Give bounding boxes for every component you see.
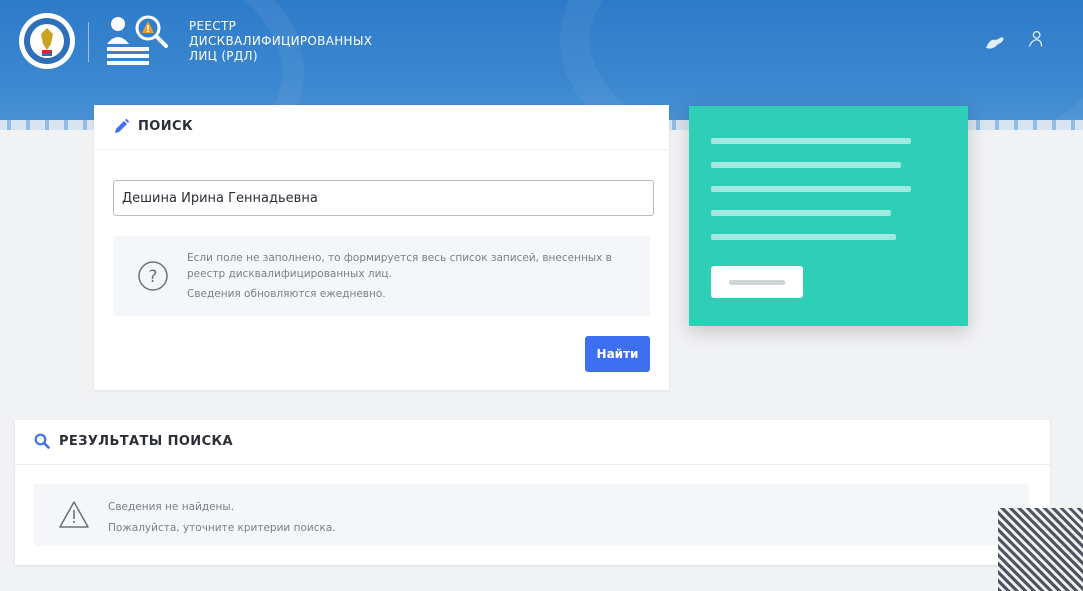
results-card: РЕЗУЛЬТАТЫ ПОИСКА Сведения не найдены. П… <box>15 420 1050 565</box>
promo-button-placeholder <box>729 280 785 285</box>
promo-text-placeholder <box>711 186 911 192</box>
search-card-title: ПОИСК <box>138 119 193 134</box>
redaction-noise <box>998 508 1083 591</box>
question-circle-icon: ? <box>138 261 168 291</box>
hand-icon[interactable] <box>984 34 1006 52</box>
promo-text-placeholder <box>711 138 911 144</box>
user-icon[interactable] <box>1024 30 1046 48</box>
search-card: ПОИСК ? Если поле не заполнено, то форми… <box>94 105 669 390</box>
results-card-header: РЕЗУЛЬТАТЫ ПОИСКА <box>15 420 1050 465</box>
warning-triangle-icon <box>59 501 89 528</box>
search-icon <box>34 433 50 449</box>
results-message-text: Сведения не найдены. Пожалуйста, уточнит… <box>108 497 336 539</box>
find-button[interactable]: Найти <box>585 336 650 372</box>
header-divider <box>88 22 89 62</box>
search-card-header: ПОИСК <box>94 105 669 150</box>
fns-emblem-icon[interactable] <box>18 10 76 72</box>
svg-text:?: ? <box>148 267 157 287</box>
promo-text-placeholder <box>711 162 901 168</box>
header-title-line: ДИСКВАЛИФИЦИРОВАННЫХ <box>189 34 373 48</box>
promo-text-placeholder <box>711 210 891 216</box>
promo-button[interactable] <box>711 266 803 298</box>
search-hint-line: Если поле не заполнено, то формируется в… <box>187 252 612 280</box>
search-hint-text: Если поле не заполнено, то формируется в… <box>187 250 637 302</box>
results-message: Сведения не найдены. Пожалуйста, уточнит… <box>34 484 1029 546</box>
search-hint: ? Если поле не заполнено, то формируется… <box>113 236 650 316</box>
header-title: РЕЕСТР ДИСКВАЛИФИЦИРОВАННЫХ ЛИЦ (РДЛ) <box>189 19 409 64</box>
rdl-registry-icon[interactable] <box>104 14 170 70</box>
pencil-icon <box>115 118 130 133</box>
header-title-line: РЕЕСТР <box>189 19 237 33</box>
header-title-line: ЛИЦ (РДЛ) <box>189 49 258 63</box>
results-message-line: Пожалуйста, уточните критерии поиска. <box>108 522 336 534</box>
promo-text-placeholder <box>711 234 896 240</box>
results-message-line: Сведения не найдены. <box>108 501 235 513</box>
search-input[interactable] <box>113 180 654 216</box>
promo-banner[interactable] <box>689 106 968 326</box>
search-hint-line: Сведения обновляются ежедневно. <box>187 288 386 300</box>
results-card-title: РЕЗУЛЬТАТЫ ПОИСКА <box>59 434 234 449</box>
